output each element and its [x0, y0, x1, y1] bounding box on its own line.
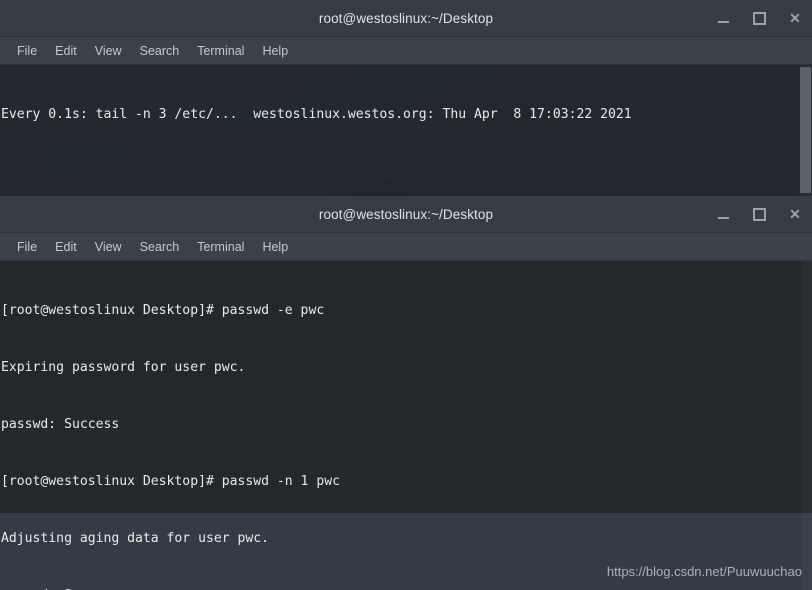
maximize-icon[interactable]: [750, 205, 768, 223]
window2-terminal-output[interactable]: [root@westoslinux Desktop]# passwd -e pw…: [0, 261, 812, 590]
terminal-line: passwd: Success: [1, 586, 812, 590]
terminal-line: Adjusting aging data for user pwc.: [1, 531, 270, 546]
menu-terminal[interactable]: Terminal: [188, 237, 253, 257]
terminal-line: [root@westoslinux Desktop]# passwd -n 1 …: [1, 474, 340, 489]
window1-terminal-area[interactable]: Every 0.1s: tail -n 3 /etc/... westoslin…: [0, 65, 812, 196]
menu-edit[interactable]: Edit: [46, 237, 86, 257]
terminal-window-main[interactable]: root@westoslinux:~/Desktop ✕ File Edit V…: [0, 196, 812, 590]
terminal-line: passwd: Success: [1, 417, 120, 432]
menu-file[interactable]: File: [8, 41, 46, 61]
window2-terminal-area[interactable]: [root@westoslinux Desktop]# passwd -e pw…: [0, 261, 812, 590]
window1-menubar[interactable]: File Edit View Search Terminal Help: [0, 37, 812, 65]
window1-scrollbar[interactable]: [799, 65, 812, 196]
minimize-icon[interactable]: [714, 205, 732, 223]
watermark-text: https://blog.csdn.net/Puuwuuchao: [606, 564, 802, 579]
menu-view[interactable]: View: [86, 237, 131, 257]
terminal-line: Every 0.1s: tail -n 3 /etc/... westoslin…: [1, 107, 632, 122]
window2-title: root@westoslinux:~/Desktop: [318, 206, 494, 222]
maximize-icon[interactable]: [750, 9, 768, 27]
window2-titlebar[interactable]: root@westoslinux:~/Desktop ✕: [0, 196, 812, 233]
window1-terminal-output[interactable]: Every 0.1s: tail -n 3 /etc/... westoslin…: [0, 65, 812, 196]
menu-help[interactable]: Help: [253, 41, 297, 61]
menu-search[interactable]: Search: [131, 237, 189, 257]
close-icon[interactable]: ✕: [786, 205, 804, 223]
terminal-line: Expiring password for user pwc.: [1, 360, 246, 375]
window2-controls: ✕: [714, 196, 804, 232]
menu-view[interactable]: View: [86, 41, 131, 61]
terminal-line: [root@westoslinux Desktop]# passwd -e pw…: [1, 303, 325, 318]
menu-search[interactable]: Search: [131, 41, 189, 61]
window1-titlebar[interactable]: root@westoslinux:~/Desktop ✕: [0, 0, 812, 37]
menu-file[interactable]: File: [8, 237, 46, 257]
close-icon[interactable]: ✕: [786, 9, 804, 27]
terminal-window-watch[interactable]: root@westoslinux:~/Desktop ✕ File Edit V…: [0, 0, 812, 196]
menu-terminal[interactable]: Terminal: [188, 41, 253, 61]
menu-help[interactable]: Help: [253, 237, 297, 257]
window1-controls: ✕: [714, 0, 804, 36]
window1-scrollbar-thumb[interactable]: [800, 67, 811, 193]
window2-menubar[interactable]: File Edit View Search Terminal Help: [0, 233, 812, 261]
window1-title: root@westoslinux:~/Desktop: [318, 10, 494, 26]
menu-edit[interactable]: Edit: [46, 41, 86, 61]
minimize-icon[interactable]: [714, 9, 732, 27]
